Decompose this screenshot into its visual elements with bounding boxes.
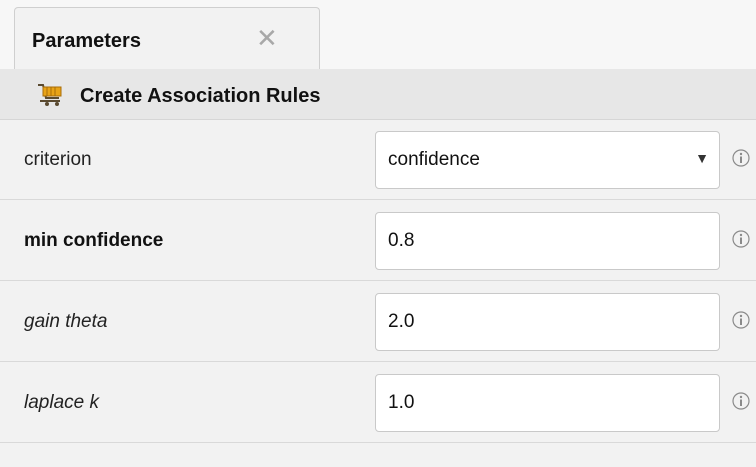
param-row-laplace-k: laplace k <box>0 362 756 443</box>
param-row-min-confidence: min confidence <box>0 200 756 281</box>
tab-parameters-label: Parameters <box>32 30 141 52</box>
criterion-select[interactable]: confidence ▼ <box>375 131 720 189</box>
tab-parameters[interactable]: Parameters ✕ <box>14 7 320 69</box>
info-icon[interactable] <box>731 310 751 330</box>
operator-title: Create Association Rules <box>80 85 321 107</box>
shopping-cart-icon <box>36 80 64 108</box>
param-label-min-confidence: min confidence <box>24 230 164 251</box>
param-row-gain-theta: gain theta <box>0 281 756 362</box>
param-label-laplace-k: laplace k <box>24 392 99 413</box>
info-icon[interactable] <box>731 391 751 411</box>
gain-theta-input[interactable] <box>375 293 720 351</box>
laplace-k-input[interactable] <box>375 374 720 432</box>
info-icon[interactable] <box>731 148 751 168</box>
criterion-select-value: confidence <box>388 149 480 170</box>
param-row-criterion: criterion confidence ▼ <box>0 119 756 200</box>
min-confidence-input[interactable] <box>375 212 720 270</box>
close-icon[interactable]: ✕ <box>256 25 278 51</box>
chevron-down-icon[interactable]: ▼ <box>695 150 709 166</box>
param-label-gain-theta: gain theta <box>24 311 108 332</box>
info-icon[interactable] <box>731 229 751 249</box>
operator-header: Create Association Rules <box>0 69 756 120</box>
tab-bar: Parameters ✕ <box>0 0 756 69</box>
param-label-criterion: criterion <box>24 149 92 170</box>
parameters-panel: Create Association Rules criterion confi… <box>0 69 756 467</box>
